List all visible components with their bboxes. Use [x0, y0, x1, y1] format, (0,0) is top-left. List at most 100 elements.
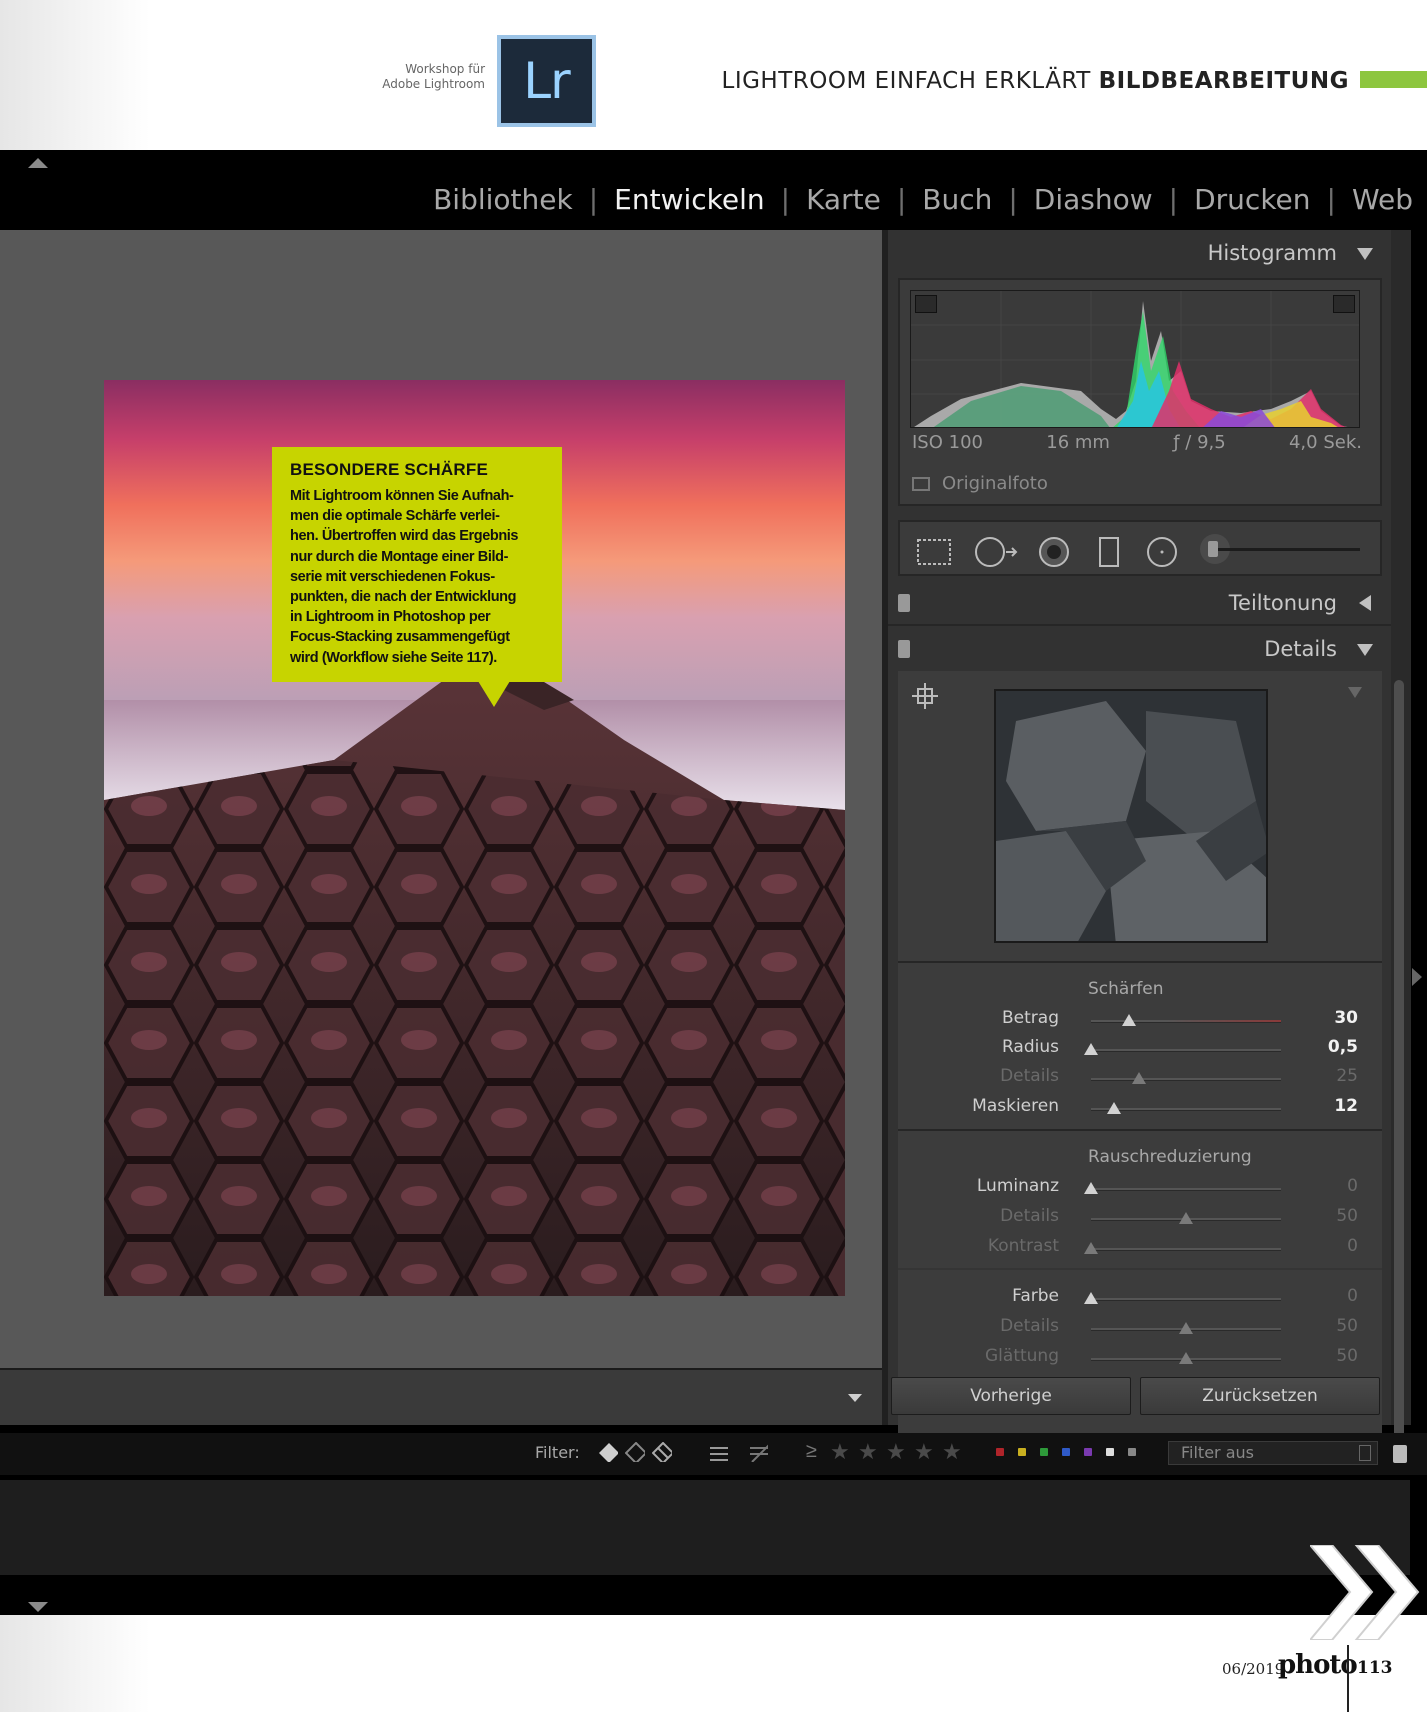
slider-thumb[interactable]: [1179, 1352, 1193, 1364]
collapse-filmstrip-icon[interactable]: [28, 1602, 48, 1612]
split-toning-title: Teiltonung: [1228, 591, 1337, 615]
slider-track[interactable]: [1091, 1049, 1281, 1052]
color-label-purple[interactable]: [1084, 1448, 1092, 1456]
module-web[interactable]: Web: [1352, 183, 1413, 216]
module-diashow[interactable]: Diashow: [1034, 183, 1153, 216]
collapse-right-panel-icon[interactable]: [1412, 968, 1422, 986]
slider-value[interactable]: 25: [1336, 1066, 1358, 1086]
flag-unflagged-icon[interactable]: [625, 1442, 645, 1462]
module-drucken[interactable]: Drucken: [1194, 183, 1310, 216]
filter-masters-icon[interactable]: [748, 1442, 768, 1462]
filter-preset-select[interactable]: Filter aus: [1168, 1441, 1378, 1465]
crop-tool-icon[interactable]: [914, 536, 954, 568]
slider-value[interactable]: 50: [1336, 1346, 1358, 1366]
red-eye-icon[interactable]: [1034, 536, 1074, 568]
slider-value[interactable]: 50: [1336, 1316, 1358, 1336]
reset-button[interactable]: Zurücksetzen: [1140, 1377, 1380, 1415]
detail-zoom-preview[interactable]: [994, 689, 1268, 943]
slider-thumb[interactable]: [1179, 1322, 1193, 1334]
slider-thumb[interactable]: [1084, 1242, 1098, 1254]
collapse-top-panel-icon[interactable]: [28, 158, 48, 168]
previous-button[interactable]: Vorherige: [891, 1377, 1131, 1415]
slider-track[interactable]: [1091, 1298, 1281, 1301]
slider-value[interactable]: 50: [1336, 1206, 1358, 1226]
histogram-graph[interactable]: [910, 290, 1360, 428]
module-buch[interactable]: Buch: [922, 183, 992, 216]
slider-detail[interactable]: Details 25: [898, 1066, 1382, 1090]
slider-thumb[interactable]: [1122, 1014, 1136, 1026]
histogram-header[interactable]: Histogramm: [888, 230, 1391, 276]
callout-line: hen. Übertroffen wird das Ergebnis: [290, 528, 519, 545]
split-toning-header[interactable]: Teiltonung: [888, 580, 1391, 626]
callout-line: in Lightroom in Photoshop per: [290, 609, 491, 626]
original-photo-toggle[interactable]: Originalfoto: [912, 473, 1048, 494]
color-label-custom[interactable]: [1106, 1448, 1114, 1456]
slider-luminance-contrast[interactable]: Kontrast 0: [898, 1236, 1382, 1260]
radial-filter-icon[interactable]: [1142, 536, 1182, 568]
slider-value[interactable]: 0,5: [1328, 1037, 1358, 1057]
brush-size-slider[interactable]: [1212, 548, 1360, 551]
star-icon[interactable]: ★: [886, 1439, 906, 1465]
module-entwickeln[interactable]: Entwickeln: [614, 183, 764, 216]
slider-track[interactable]: [1091, 1020, 1281, 1023]
filter-lock-icon[interactable]: [1393, 1445, 1407, 1463]
color-label-yellow[interactable]: [1018, 1448, 1026, 1456]
original-photo-checkbox[interactable]: [912, 476, 930, 491]
slider-smoothness[interactable]: Glättung 50: [898, 1346, 1382, 1370]
slider-value[interactable]: 0: [1347, 1236, 1358, 1256]
filmstrip[interactable]: [0, 1480, 1410, 1575]
slider-radius[interactable]: Radius 0,5: [898, 1037, 1382, 1061]
chevron-down-icon[interactable]: [848, 1394, 862, 1402]
preview-toggle-icon[interactable]: [1348, 687, 1362, 698]
brush-size-slider-thumb[interactable]: [1208, 541, 1218, 557]
filter-virtual-copies-icon[interactable]: [708, 1442, 728, 1462]
slider-track[interactable]: [1091, 1248, 1281, 1251]
rating-operator[interactable]: ≥: [806, 1440, 817, 1463]
highlight-clipping-icon[interactable]: [1333, 295, 1355, 313]
toolbar-content-dropdown[interactable]: [832, 1384, 876, 1412]
slider-value[interactable]: 12: [1334, 1096, 1358, 1116]
slider-track[interactable]: [1091, 1188, 1281, 1191]
shadow-clipping-icon[interactable]: [915, 295, 937, 313]
slider-amount[interactable]: Betrag 30: [898, 1008, 1382, 1032]
slider-label: Glättung: [985, 1346, 1059, 1366]
slider-thumb[interactable]: [1084, 1182, 1098, 1194]
slider-track[interactable]: [1091, 1078, 1281, 1081]
flag-picked-icon[interactable]: [598, 1442, 618, 1462]
slider-luminance-detail[interactable]: Details 50: [898, 1206, 1382, 1230]
collapse-triangle-icon[interactable]: [1357, 248, 1373, 260]
slider-thumb[interactable]: [1179, 1212, 1193, 1224]
slider-color[interactable]: Farbe 0: [898, 1286, 1382, 1310]
slider-value[interactable]: 0: [1347, 1286, 1358, 1306]
expand-triangle-icon[interactable]: [1359, 595, 1371, 611]
star-icon[interactable]: ★: [858, 1439, 878, 1465]
slider-value[interactable]: 0: [1347, 1176, 1358, 1196]
graduated-filter-icon[interactable]: [1088, 536, 1128, 568]
color-label-none[interactable]: [1128, 1448, 1136, 1456]
panel-switch-icon[interactable]: [898, 594, 910, 612]
slider-value[interactable]: 30: [1334, 1008, 1358, 1028]
color-label-red[interactable]: [996, 1448, 1004, 1456]
select-stepper-icon[interactable]: [1359, 1445, 1371, 1461]
color-label-green[interactable]: [1040, 1448, 1048, 1456]
flag-rejected-icon[interactable]: [652, 1442, 672, 1462]
star-icon[interactable]: ★: [914, 1439, 934, 1465]
slider-luminance[interactable]: Luminanz 0: [898, 1176, 1382, 1200]
star-icon[interactable]: ★: [830, 1439, 850, 1465]
slider-thumb[interactable]: [1084, 1043, 1098, 1055]
color-label-blue[interactable]: [1062, 1448, 1070, 1456]
module-bibliothek[interactable]: Bibliothek: [433, 183, 573, 216]
slider-thumb[interactable]: [1131, 1072, 1146, 1084]
module-karte[interactable]: Karte: [806, 183, 881, 216]
slider-thumb[interactable]: [1106, 1102, 1121, 1114]
collapse-triangle-icon[interactable]: [1357, 644, 1373, 656]
slider-masking[interactable]: Maskieren 12: [898, 1096, 1382, 1120]
star-icon[interactable]: ★: [942, 1439, 962, 1465]
panel-switch-icon[interactable]: [898, 640, 910, 658]
target-crosshair-icon[interactable]: [912, 683, 938, 709]
panel-scrollbar-thumb[interactable]: [1394, 680, 1404, 1440]
details-header[interactable]: Details: [888, 626, 1391, 672]
spot-removal-icon[interactable]: [972, 536, 1022, 568]
slider-thumb[interactable]: [1084, 1292, 1098, 1304]
slider-color-detail[interactable]: Details 50: [898, 1316, 1382, 1340]
